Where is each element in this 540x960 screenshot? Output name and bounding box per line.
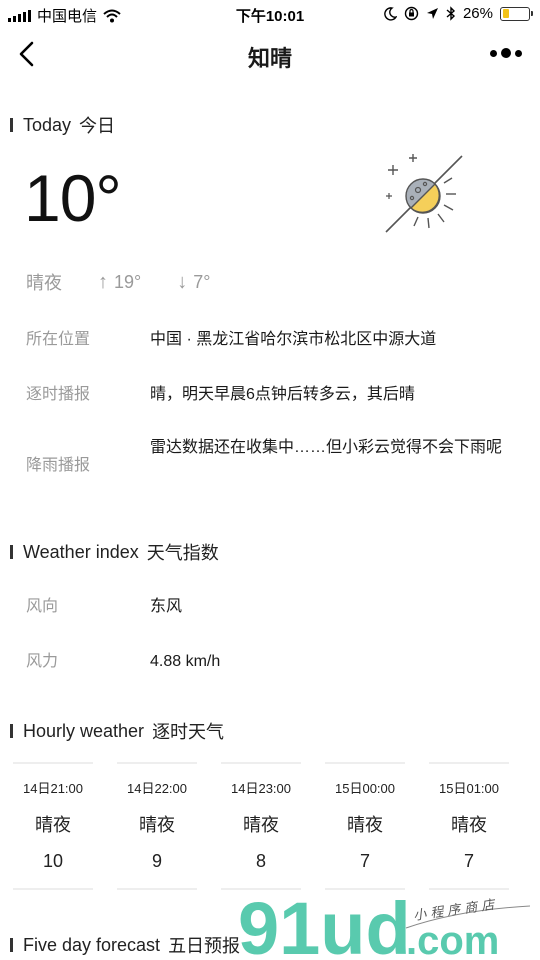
hourly-time: 15日01:00: [439, 781, 499, 796]
section-marker: [10, 724, 13, 738]
hourly-item: 14日21:00 晴夜 10: [5, 762, 101, 890]
svg-text:.com: .com: [406, 919, 499, 960]
section-title-en: Weather index: [23, 541, 139, 562]
section-title-cn: 今日: [79, 116, 116, 136]
divider: [429, 762, 509, 764]
info-label: 逐时播报: [26, 386, 91, 403]
section-title-en: Hourly weather: [23, 720, 145, 741]
info-label: 降雨播报: [26, 457, 91, 474]
section-marker: [10, 938, 13, 952]
location-icon: [426, 8, 438, 19]
watermark-logo: 91ud .com 小 程 序 商 店: [238, 888, 531, 960]
arrow-up-icon: ↑: [98, 270, 108, 293]
svg-text:91ud: 91ud: [238, 888, 411, 960]
clear-night-icon: [385, 154, 463, 233]
info-value: 东风: [150, 598, 183, 615]
hourly-time: 14日21:00: [23, 781, 83, 796]
hourly-condition: 晴夜: [139, 815, 175, 835]
today-condition: 晴夜: [26, 273, 62, 293]
today-summary: 晴夜 ↑ 19° ↓ 7°: [26, 269, 210, 295]
moon-icon: [384, 6, 397, 21]
info-row-location: 所在位置 中国 · 黑龙江省哈尔滨市松北区中源大道: [26, 322, 520, 358]
section-hourly-heading: Hourly weather 逐时天气: [10, 718, 224, 744]
more-dots-icon[interactable]: [490, 48, 522, 58]
divider: [13, 888, 93, 890]
hourly-list[interactable]: 14日21:00 晴夜 10 14日22:00 晴夜 9 14日23:00 晴夜…: [0, 762, 540, 890]
hourly-temp: 7: [463, 851, 474, 871]
info-value: 晴，明天早晨6点钟后转多云，其后晴: [150, 386, 415, 403]
arrow-down-icon: ↓: [177, 270, 188, 293]
divider: [117, 888, 197, 890]
hourly-time: 14日23:00: [231, 781, 291, 796]
hourly-item: 14日23:00 晴夜 8: [213, 762, 309, 890]
info-row-rain-report: 降雨播报 雷达数据还在收集中……但小彩云觉得不会下雨呢: [26, 430, 512, 502]
info-row-wind-direction: 风向 东风: [26, 589, 520, 625]
current-temperature: 10°: [24, 161, 122, 235]
battery-percent: 26%: [462, 5, 493, 22]
section-today-heading: Today 今日: [10, 112, 115, 138]
status-right: 26%: [383, 5, 533, 22]
today-low: 7°: [193, 271, 211, 292]
info-value: 中国 · 黑龙江省哈尔滨市松北区中源大道: [150, 331, 437, 348]
bluetooth-icon: [446, 6, 455, 21]
section-title-cn: 五日预报: [168, 936, 241, 956]
hourly-time: 14日22:00: [127, 781, 187, 796]
info-value: 4.88 km/h: [150, 653, 221, 670]
section-title-cn: 逐时天气: [152, 722, 225, 742]
hourly-temp: 8: [255, 851, 266, 871]
hourly-temp: 9: [151, 851, 162, 871]
battery-fill: [502, 9, 509, 18]
section-five-day-heading: Five day forecast 五日预报: [10, 932, 240, 958]
info-row-hourly-report: 逐时播报 晴，明天早晨6点钟后转多云，其后晴: [26, 377, 520, 413]
hourly-temp: 7: [359, 851, 370, 871]
section-title-en: Today: [23, 114, 72, 135]
divider: [117, 762, 197, 764]
info-row-wind-speed: 风力 4.88 km/h: [26, 644, 520, 680]
info-value: 雷达数据还在收集中……但小彩云觉得不会下雨呢: [150, 439, 503, 456]
divider: [13, 762, 93, 764]
section-weather-index-heading: Weather index 天气指数: [10, 539, 219, 565]
status-bar: 中国电信 下午10:01 26%: [0, 0, 540, 28]
battery-icon: [500, 6, 533, 21]
section-title-en: Five day forecast: [23, 934, 161, 955]
info-label: 风力: [26, 653, 59, 670]
divider: [221, 762, 301, 764]
hourly-condition: 晴夜: [243, 815, 279, 835]
section-marker: [10, 545, 13, 559]
info-label: 风向: [26, 598, 59, 615]
hourly-condition: 晴夜: [451, 815, 487, 835]
hourly-time: 15日00:00: [335, 781, 395, 796]
today-high: 19°: [114, 271, 142, 292]
divider: [325, 762, 405, 764]
hourly-item: 14日22:00 晴夜 9: [109, 762, 205, 890]
orientation-lock-icon: [404, 6, 419, 21]
hourly-temp: 10: [42, 851, 64, 871]
page-title: 知晴: [247, 46, 292, 71]
hourly-condition: 晴夜: [35, 815, 71, 835]
hourly-item: 15日00:00 晴夜 7: [317, 762, 413, 890]
section-marker: [10, 118, 13, 132]
hourly-condition: 晴夜: [347, 815, 383, 835]
hourly-item: 15日01:00 晴夜 7: [421, 762, 517, 890]
info-label: 所在位置: [26, 331, 91, 348]
nav-bar: 知晴: [0, 28, 540, 80]
section-title-cn: 天气指数: [146, 543, 219, 563]
